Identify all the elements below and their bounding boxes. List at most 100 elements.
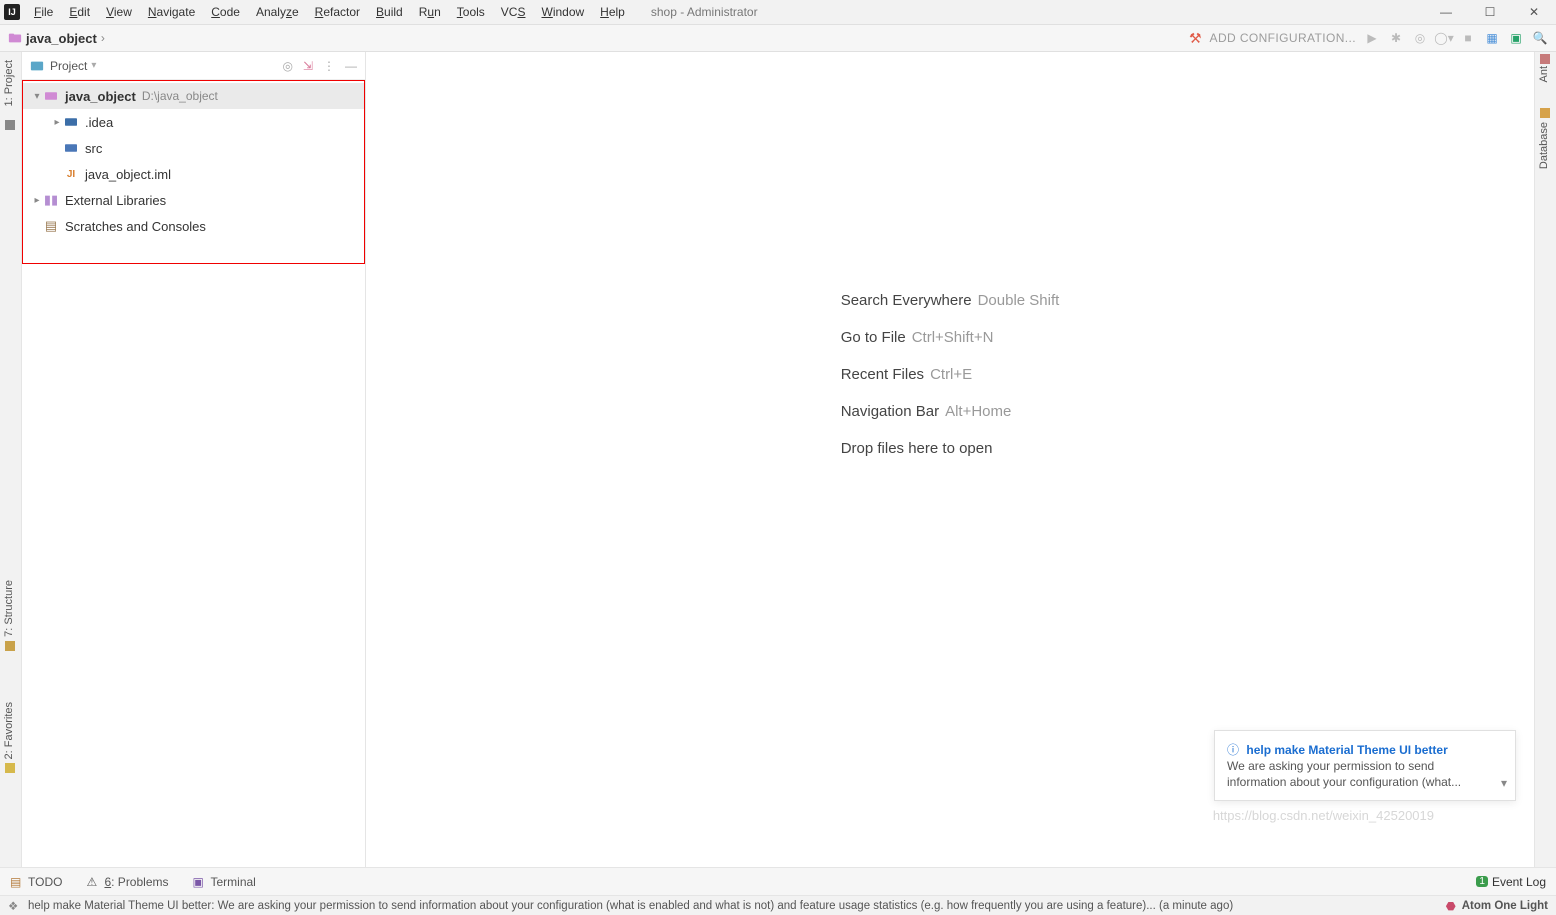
ph-label: Go to File xyxy=(841,329,906,346)
watermark-text: https://blog.csdn.net/weixin_42520019 xyxy=(1213,808,1434,823)
editor-placeholder: Search Everywhere Double Shift Go to File… xyxy=(841,292,1060,477)
menu-view[interactable]: View xyxy=(98,3,140,21)
menu-refactor[interactable]: Refactor xyxy=(307,3,368,21)
menu-navigate[interactable]: Navigate xyxy=(140,3,203,21)
theme-name[interactable]: Atom One Light xyxy=(1462,900,1548,912)
status-bar: ❖ help make Material Theme UI better: We… xyxy=(0,895,1556,915)
collapse-icon[interactable]: ⇲ xyxy=(303,59,313,73)
close-button[interactable]: ✕ xyxy=(1512,0,1556,24)
more-icon[interactable]: ⋮ xyxy=(323,59,335,73)
build-icon[interactable]: ⚒ xyxy=(1189,30,1202,47)
project-tool-window: Project ▾ ◎ ⇲ ⋮ — ▾ java_object D:\java_… xyxy=(22,52,366,867)
tool-label: TODO xyxy=(28,875,62,889)
ph-label: Drop files here to open xyxy=(841,440,993,457)
menu-file[interactable]: File xyxy=(26,3,61,21)
ph-shortcut: Ctrl+Shift+N xyxy=(912,329,994,346)
bottom-tool-strip: ▤TODO ⚠6: Problems ▣Terminal 1 Event Log xyxy=(0,867,1556,895)
terminal-icon[interactable]: ▣ xyxy=(1508,30,1524,46)
editor-area[interactable]: Search Everywhere Double Shift Go to File… xyxy=(366,52,1534,867)
ph-shortcut: Double Shift xyxy=(978,292,1060,309)
status-message: help make Material Theme UI better: We a… xyxy=(28,900,1233,912)
chevron-right-icon[interactable]: ▸ xyxy=(51,117,63,128)
debug-icon[interactable]: ✱ xyxy=(1388,30,1404,46)
menu-analyze[interactable]: Analyze xyxy=(248,3,307,21)
target-icon[interactable]: ◎ xyxy=(282,59,292,73)
chevron-down-icon[interactable]: ▾ xyxy=(91,60,96,71)
stop-icon[interactable]: ■ xyxy=(1460,30,1476,46)
ph-shortcut: Ctrl+E xyxy=(930,366,972,383)
navigation-bar: java_object › ⚒ ADD CONFIGURATION... ▶ ✱… xyxy=(0,24,1556,52)
app-icon: IJ xyxy=(4,4,20,20)
menu-vcs[interactable]: VCS xyxy=(493,3,534,21)
right-tool-gutter: Ant Database xyxy=(1534,52,1556,867)
tree-root-name: java_object xyxy=(65,89,136,104)
tool-problems[interactable]: ⚠6: Problems xyxy=(86,875,168,889)
minimize-panel-icon[interactable]: — xyxy=(345,59,357,73)
ph-shortcut: Alt+Home xyxy=(945,403,1011,420)
menu-window[interactable]: Window xyxy=(533,3,592,21)
add-configuration-button[interactable]: ADD CONFIGURATION... xyxy=(1210,31,1356,45)
tree-item-label: java_object.iml xyxy=(85,167,171,182)
tree-root[interactable]: ▾ java_object D:\java_object xyxy=(23,83,364,109)
tree-item-external-libs[interactable]: ▸ ▮▮ External Libraries xyxy=(23,187,364,213)
project-view-icon xyxy=(30,59,44,73)
folder-icon xyxy=(8,31,22,45)
menu-build[interactable]: Build xyxy=(368,3,411,21)
search-icon[interactable]: 🔍 xyxy=(1532,30,1548,46)
tree-item-label: .idea xyxy=(85,115,113,130)
notification-popup[interactable]: ⓘ help make Material Theme UI better We … xyxy=(1214,730,1516,801)
minimize-button[interactable]: — xyxy=(1424,0,1468,24)
tree-item-iml[interactable]: JI java_object.iml xyxy=(23,161,364,187)
coverage-icon[interactable]: ◎ xyxy=(1412,30,1428,46)
breadcrumb-project[interactable]: java_object xyxy=(26,31,97,46)
chevron-down-icon[interactable]: ▾ xyxy=(1501,776,1507,790)
tree-item-scratches[interactable]: ▤ Scratches and Consoles xyxy=(23,213,364,239)
ph-label: Navigation Bar xyxy=(841,403,939,420)
ph-label: Recent Files xyxy=(841,366,924,383)
project-panel-title[interactable]: Project xyxy=(50,59,87,73)
event-count-badge: 1 xyxy=(1476,876,1488,887)
menu-code[interactable]: Code xyxy=(203,3,248,21)
event-log-button[interactable]: Event Log xyxy=(1492,875,1546,889)
theme-icon: ⬣ xyxy=(1446,899,1456,913)
gutter-marker-icon xyxy=(5,641,15,651)
star-icon xyxy=(5,763,15,773)
scratches-icon: ▤ xyxy=(43,219,59,233)
folder-icon xyxy=(63,115,79,129)
sidebar-tab-favorites[interactable]: 2: Favorites xyxy=(3,702,15,759)
project-panel-header: Project ▾ ◎ ⇲ ⋮ — xyxy=(22,52,365,80)
menu-help[interactable]: Help xyxy=(592,3,633,21)
notification-body: We are asking your permission to send in… xyxy=(1227,758,1489,790)
maximize-button[interactable]: ☐ xyxy=(1468,0,1512,24)
tree-item-src[interactable]: src xyxy=(23,135,364,161)
sidebar-tab-project[interactable]: 1: Project xyxy=(3,60,15,106)
project-tree: ▾ java_object D:\java_object ▸ .idea src… xyxy=(22,80,365,264)
sidebar-tab-database[interactable]: Database xyxy=(1538,122,1550,169)
tree-item-idea[interactable]: ▸ .idea xyxy=(23,109,364,135)
folder-icon xyxy=(63,141,79,155)
menu-edit[interactable]: Edit xyxy=(61,3,98,21)
menu-run[interactable]: Run xyxy=(411,3,449,21)
library-icon: ▮▮ xyxy=(43,193,59,207)
file-icon: JI xyxy=(63,167,79,181)
tree-item-label: src xyxy=(85,141,102,156)
profiler-icon[interactable]: ◯▾ xyxy=(1436,30,1452,46)
chevron-right-icon: › xyxy=(101,31,105,45)
ph-label: Search Everywhere xyxy=(841,292,972,309)
tree-item-label: External Libraries xyxy=(65,193,166,208)
menu-tools[interactable]: Tools xyxy=(449,3,493,21)
tree-root-path: D:\java_object xyxy=(142,89,218,103)
sidebar-tab-structure[interactable]: 7: Structure xyxy=(3,580,15,637)
sidebar-tab-ant[interactable]: Ant xyxy=(1538,66,1550,83)
chevron-down-icon[interactable]: ▾ xyxy=(31,91,43,102)
gutter-marker-icon xyxy=(5,120,15,130)
grid-icon[interactable]: ▦ xyxy=(1484,30,1500,46)
tool-terminal[interactable]: ▣Terminal xyxy=(193,875,256,889)
tree-item-label: Scratches and Consoles xyxy=(65,219,206,234)
database-icon xyxy=(1540,108,1550,118)
layers-icon[interactable]: ❖ xyxy=(8,899,22,913)
run-icon[interactable]: ▶ xyxy=(1364,30,1380,46)
chevron-right-icon[interactable]: ▸ xyxy=(31,195,43,206)
left-tool-gutter: 1: Project 7: Structure 2: Favorites xyxy=(0,52,22,867)
tool-todo[interactable]: ▤TODO xyxy=(10,875,62,889)
